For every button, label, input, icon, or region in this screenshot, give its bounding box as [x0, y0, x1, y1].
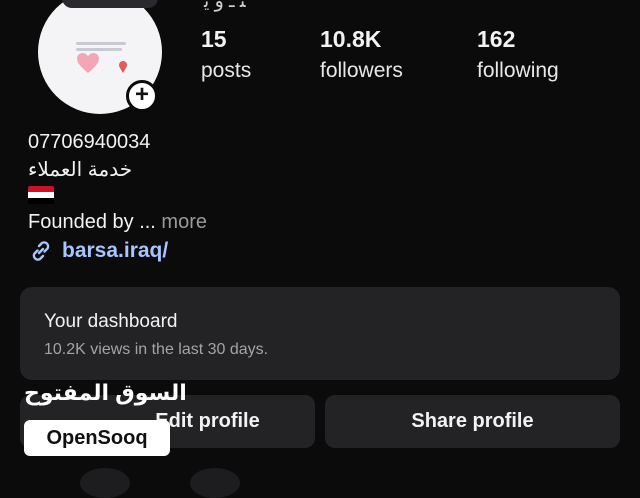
story-highlight[interactable] [80, 468, 130, 498]
iraq-flag-icon [28, 186, 54, 204]
header-cut-text: ﻨ ـ ﻭ ﻳ [204, 0, 246, 12]
avatar-text-line [76, 48, 122, 51]
following-label: following [477, 59, 559, 82]
dashboard-title: Your dashboard [44, 311, 178, 332]
plus-icon: + [134, 81, 149, 108]
watermark-logo: OpenSooq [24, 420, 170, 456]
share-profile-button[interactable]: Share profile [325, 395, 620, 448]
avatar-text-line [76, 42, 126, 45]
stat-followers[interactable]: 10.8K followers [320, 26, 403, 83]
bio-arabic-line: خدمة العملاء [28, 159, 133, 181]
dashboard-subtitle: 10.2K views in the last 30 days. [44, 341, 269, 358]
bio-phone: 07706940034 [28, 131, 151, 153]
watermark-latin: OpenSooq [46, 426, 148, 449]
heart-icon [77, 53, 99, 73]
story-highlight[interactable] [190, 468, 240, 498]
following-count: 162 [477, 26, 516, 52]
avatar-note-bubble[interactable] [62, 0, 158, 8]
founded-text: Founded by ... [28, 211, 156, 233]
dashboard-card[interactable]: Your dashboard 10.2K views in the last 3… [20, 287, 620, 380]
followers-label: followers [320, 59, 403, 82]
add-story-button[interactable]: + [126, 80, 158, 112]
location-pin-icon [119, 61, 127, 73]
bio-founded[interactable]: Founded by ... more [28, 211, 207, 234]
share-profile-label: Share profile [411, 410, 534, 432]
posts-count: 15 [201, 26, 227, 52]
link-icon [32, 241, 50, 261]
posts-label: posts [201, 59, 252, 82]
bio-link-text: barsa.iraq/ [62, 239, 169, 262]
more-link[interactable]: more [156, 211, 207, 233]
stat-following[interactable]: 162 following [477, 26, 559, 83]
watermark-arabic: السوق المفتوح [24, 380, 187, 405]
followers-count: 10.8K [320, 26, 382, 52]
stat-posts[interactable]: 15 posts [201, 26, 251, 83]
bio-link[interactable]: barsa.iraq/ [28, 238, 168, 264]
